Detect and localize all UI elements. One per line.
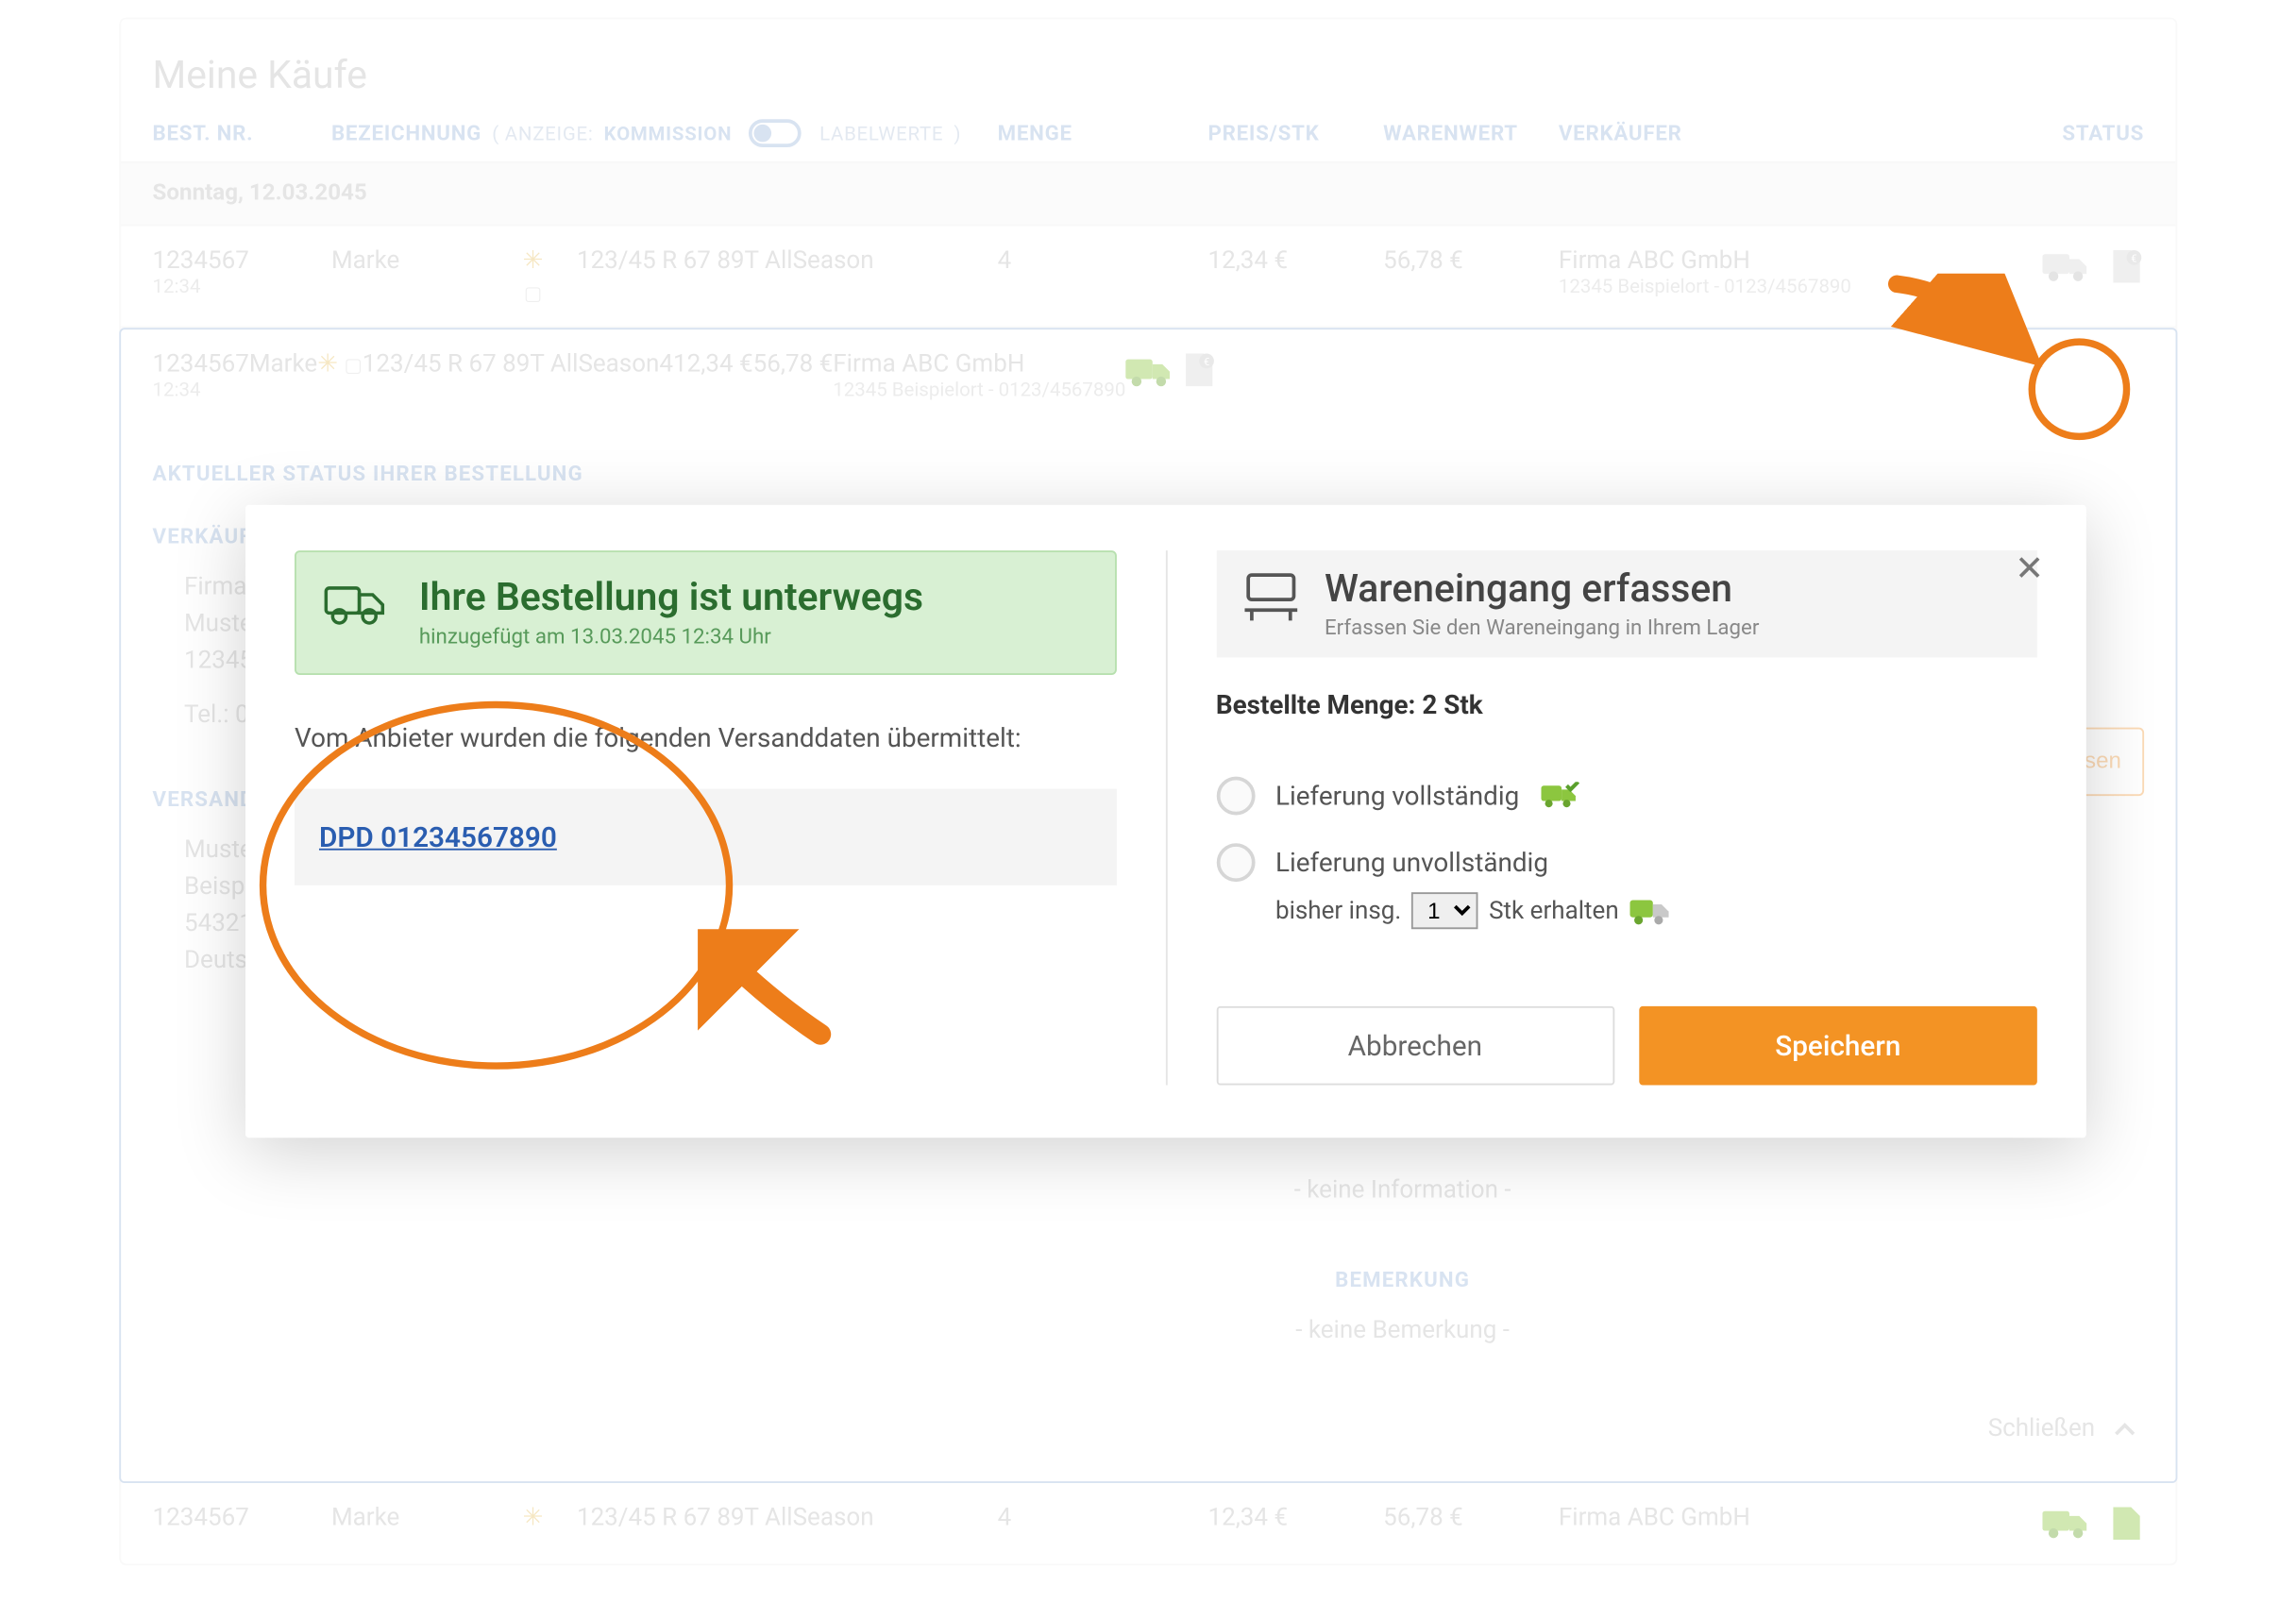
truck-icon[interactable] — [1125, 354, 1174, 389]
right-sub: Erfassen Sie den Wareneingang in Ihrem L… — [1325, 616, 1759, 640]
order-price: 12,34 € — [1207, 1504, 1383, 1532]
view-label-open: ( ANZEIGE: — [492, 122, 593, 144]
truck-outline-icon — [325, 577, 392, 630]
no-info: - keine Information - — [630, 1166, 2176, 1243]
col-description: BEZEICHNUNG — [331, 121, 481, 145]
order-value: 56,78 € — [1383, 1504, 1559, 1532]
view-label-close: ) — [954, 122, 961, 144]
chevron-up-icon[interactable] — [2113, 1420, 2137, 1438]
shipping-intro: Vom Anbieter wurden die folgenden Versan… — [295, 720, 1116, 757]
radio-incomplete-label: Lieferung unvollständig — [1275, 847, 1548, 878]
order-nr: 1234567 — [153, 1504, 331, 1532]
order-time: 12:34 — [153, 379, 249, 401]
order-value: 56,78 € — [753, 350, 834, 379]
no-bemerkung: - keine Bemerkung - — [630, 1306, 2176, 1383]
annotation-arrow-icon — [1886, 274, 2044, 372]
tracking-box: DPD 01234567890 — [295, 789, 1116, 885]
cancel-button[interactable]: Abbrechen — [1216, 1006, 1614, 1086]
radio-incomplete[interactable]: Lieferung unvollständig — [1216, 829, 2037, 896]
invoice-icon[interactable]: € — [1181, 350, 1216, 389]
order-time: 12:34 — [153, 276, 331, 298]
column-headers: BEST. NR. BEZEICHNUNG ( ANZEIGE: KOMMISS… — [121, 119, 2175, 161]
status-banner: Ihre Bestellung ist unterwegs hinzugefüg… — [295, 550, 1116, 675]
save-button[interactable]: Speichern — [1639, 1006, 2037, 1086]
invoice-icon[interactable] — [2109, 1504, 2144, 1543]
allseason-icon: ✳ — [317, 350, 338, 379]
no-label-icon: ▢ — [524, 282, 542, 305]
scanner-icon — [1241, 568, 1300, 628]
col-order-nr: BEST. NR. — [153, 121, 331, 145]
col-status: STATUS — [1997, 121, 2144, 145]
ordered-qty: Bestellte Menge: 2 Stk — [1216, 689, 2037, 720]
order-seller-sub: 12345 Beispielort - 0123/4567890 — [833, 379, 1125, 401]
qty-select[interactable]: 1 — [1411, 892, 1478, 929]
col-value: WARENWERT — [1383, 121, 1559, 145]
received-row: bisher insg. 1 Stk erhalten — [1216, 892, 2037, 929]
allseason-icon: ✳ — [523, 247, 544, 276]
svg-text:€: € — [1203, 356, 1208, 368]
order-nr: 1234567 — [153, 247, 331, 276]
order-qty: 4 — [659, 350, 673, 379]
order-value: 56,78 € — [1383, 247, 1559, 276]
close-icon[interactable]: ✕ — [2015, 547, 2044, 589]
invoice-icon[interactable]: € — [2109, 247, 2144, 286]
order-row[interactable]: 1234567 12:34 Marke ✳ ▢ 123/45 R 67 89T … — [121, 227, 2175, 329]
order-qty: 4 — [998, 247, 1208, 276]
banner-sub: hinzugefügt am 13.03.2045 12:34 Uhr — [419, 624, 923, 649]
radio-complete-label: Lieferung vollständig — [1275, 780, 1519, 811]
order-desc: 123/45 R 67 89T AllSeason — [577, 247, 998, 276]
page-title: Meine Käufe — [121, 19, 2175, 119]
order-nr: 1234567 — [153, 350, 249, 379]
radio-complete[interactable]: Lieferung vollständig — [1216, 763, 2037, 830]
col-seller: VERKÄUFER — [1559, 121, 1997, 145]
right-header: Wareneingang erfassen Erfassen Sie den W… — [1216, 550, 2037, 657]
order-brand: Marke — [331, 1504, 489, 1532]
right-title: Wareneingang erfassen — [1325, 568, 1759, 612]
truck-partial-icon — [1629, 895, 1675, 926]
order-price: 12,34 € — [1207, 247, 1383, 276]
order-row[interactable]: 1234567 Marke ✳ 123/45 R 67 89T AllSeaso… — [121, 1483, 2175, 1563]
order-seller: Firma ABC GmbH — [833, 350, 1125, 379]
order-seller: Firma ABC GmbH — [1559, 1504, 1997, 1532]
no-label-icon: ▢ — [344, 354, 362, 377]
order-desc: 123/45 R 67 89T AllSeason — [363, 350, 660, 379]
order-brand: Marke — [249, 350, 317, 379]
col-price: PREIS/STK — [1207, 121, 1383, 145]
order-seller: Firma ABC GmbH — [1559, 247, 1997, 276]
order-brand: Marke — [331, 247, 489, 276]
goods-receipt-modal: Ihre Bestellung ist unterwegs hinzugefüg… — [245, 505, 2086, 1138]
bemerkung-heading: BEMERKUNG — [630, 1243, 2176, 1307]
truck-icon[interactable] — [2042, 249, 2091, 284]
order-qty: 4 — [998, 1504, 1208, 1532]
annotation-arrow-icon — [698, 929, 838, 1052]
order-price: 12,34 € — [673, 350, 753, 379]
order-desc: 123/45 R 67 89T AllSeason — [577, 1504, 998, 1532]
date-group: Sonntag, 12.03.2045 — [121, 161, 2175, 227]
banner-title: Ihre Bestellung ist unterwegs — [419, 577, 923, 620]
svg-text:€: € — [2131, 253, 2136, 265]
view-toggle[interactable] — [750, 119, 802, 147]
radio-icon — [1216, 777, 1255, 816]
col-qty: MENGE — [998, 121, 1208, 145]
truck-icon[interactable] — [2042, 1506, 2091, 1541]
radio-icon — [1216, 843, 1255, 882]
status-heading: AKTUELLER STATUS IHRER BESTELLUNG — [121, 436, 2175, 499]
allseason-icon: ✳ — [523, 1504, 544, 1532]
close-panel[interactable]: Schließen — [1988, 1415, 2095, 1443]
view-option-labelwerte[interactable]: LABELWERTE — [819, 122, 943, 144]
view-option-kommission[interactable]: KOMMISSION — [604, 122, 733, 144]
truck-check-icon — [1541, 782, 1579, 810]
tracking-link[interactable]: DPD 01234567890 — [319, 820, 557, 853]
